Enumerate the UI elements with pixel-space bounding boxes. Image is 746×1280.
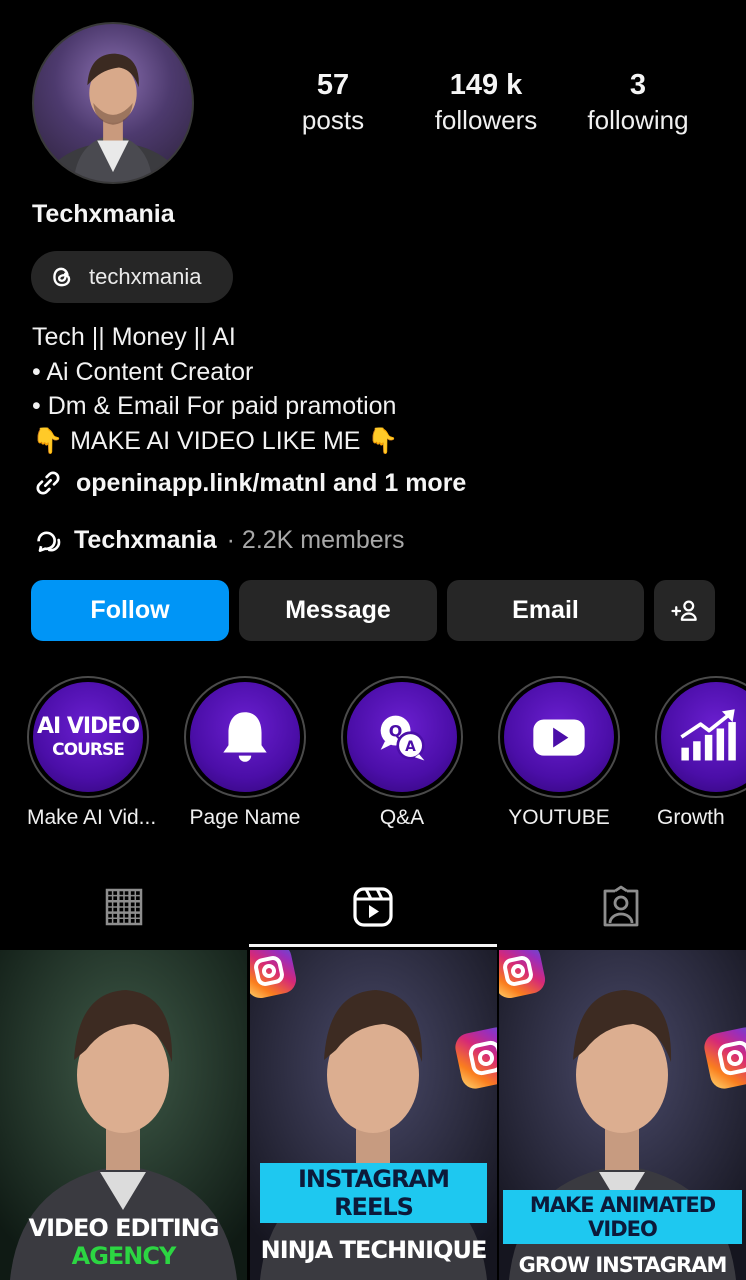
reel-caption-line1: MAKE ANIMATED VIDEO [503,1190,742,1244]
highlight-caption: Q&A [379,806,425,829]
highlight-caption: Page Name [189,806,301,829]
reel-caption-line1: VIDEO EDITING [28,1214,220,1242]
threads-badge[interactable]: techxmania [31,251,233,303]
threads-handle: techxmania [89,264,202,289]
stat-posts[interactable]: 57 posts [253,66,413,136]
reel-caption-line1: INSTAGRAM REELS [260,1163,487,1223]
grid-icon [105,888,143,926]
posts-label: posts [301,105,365,135]
growth-chart-icon [680,709,736,761]
channel-name: Techxmania [74,525,217,554]
highlight-page-name[interactable]: Page Name [184,676,306,830]
profile-name: Techxmania [32,200,175,228]
avatar-portrait [43,53,183,182]
tab-tagged[interactable] [497,868,745,946]
reel-image [250,950,497,1280]
highlight-growth[interactable]: Growth [655,676,746,830]
reels-grid: VIDEO EDITING AGENCY INSTAGRAM REELS NIN… [0,947,746,1280]
reels-icon [353,887,393,927]
channel-icon [37,531,61,552]
email-button[interactable]: Email [447,580,644,641]
reel-thumbnail[interactable]: MAKE ANIMATED VIDEO GROW INSTAGRAM [499,950,746,1280]
tab-reels[interactable] [249,868,497,946]
following-count: 3 [629,69,647,101]
add-person-icon [670,600,697,621]
bio-line: • Ai Content Creator [32,357,254,386]
qa-bubbles-icon: Q A [380,715,425,761]
profile-bio: Tech || Money || AI • Ai Content Creator… [32,320,399,458]
highlight-make-ai-video[interactable]: AI VIDEO COURSE Make AI Vid... [27,676,157,830]
reel-caption-line2: NINJA TECHNIQUE [260,1236,488,1264]
highlight-caption: Make AI Vid... [27,806,157,829]
suggest-people-button[interactable] [654,580,715,641]
reel-thumbnail[interactable]: VIDEO EDITING AGENCY [0,950,247,1280]
reel-thumbnail[interactable]: INSTAGRAM REELS NINJA TECHNIQUE [250,950,497,1280]
highlight-caption: YOUTUBE [508,806,610,829]
followers-count: 149 k [449,69,523,101]
followers-label: followers [434,105,538,135]
stat-followers[interactable]: 149 k followers [406,66,566,136]
bell-icon [223,712,267,762]
posts-count: 57 [316,69,350,101]
qa-a-letter: A [405,739,416,755]
threads-icon [53,267,71,287]
bio-line: 👇 MAKE AI VIDEO LIKE ME 👇 [32,426,399,455]
message-button[interactable]: Message [239,580,437,641]
stat-following[interactable]: 3 following [558,66,718,136]
tagged-person-icon [603,885,639,927]
following-label: following [587,105,689,135]
link-icon [36,471,60,495]
highlight-cover-text: COURSE [52,739,125,760]
profile-avatar[interactable] [32,22,194,184]
broadcast-channel[interactable]: Techxmania · 2.2K members [32,524,405,556]
highlight-qa[interactable]: Q A Q&A [341,676,463,830]
reel-caption-line2: GROW INSTAGRAM [518,1253,728,1277]
follow-button[interactable]: Follow [31,580,229,641]
youtube-play-icon [533,719,585,756]
bio-line: • Dm & Email For paid pramotion [32,392,397,420]
channel-members: · 2.2K members [226,525,405,554]
qa-q-letter: Q [389,721,403,740]
highlight-caption: Growth [657,806,725,829]
highlight-cover-text: AI VIDEO [36,713,140,739]
bio-line: Tech || Money || AI [32,323,236,351]
tab-posts[interactable] [0,868,248,946]
highlight-youtube[interactable]: YOUTUBE [498,676,620,830]
link-text: openinapp.link/matnl and 1 more [76,468,467,497]
reel-caption-line2: AGENCY [71,1242,177,1270]
bio-link[interactable]: openinapp.link/matnl and 1 more [32,467,466,499]
profile-tabs [0,868,746,946]
